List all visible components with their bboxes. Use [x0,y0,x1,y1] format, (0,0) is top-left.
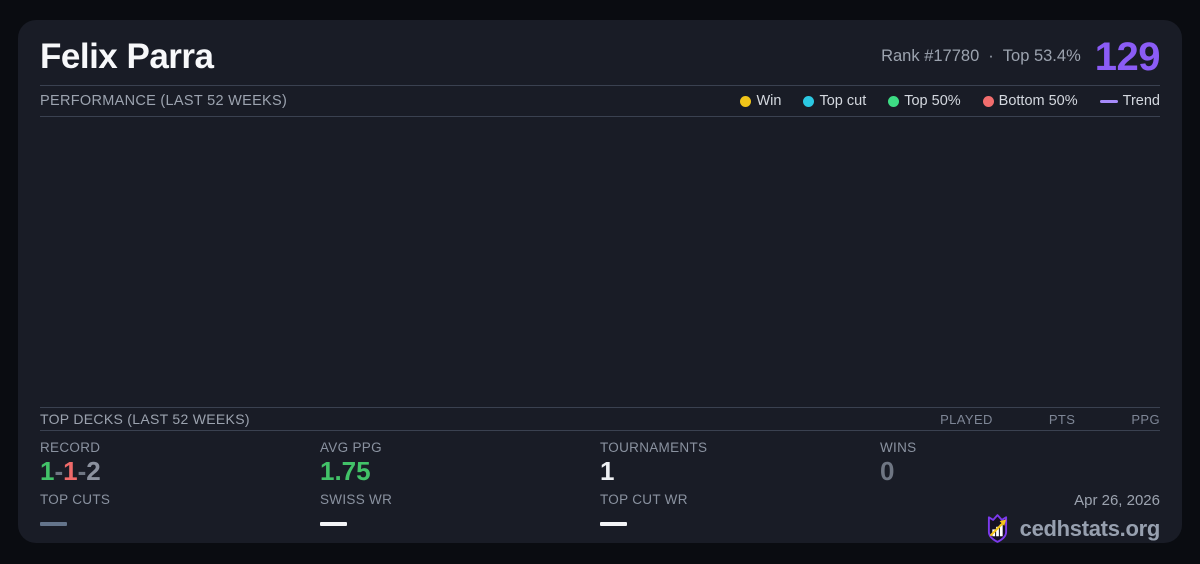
performance-header: PERFORMANCE (LAST 52 WEEKS) Win Top cut … [40,86,1160,117]
tournaments-value: 1 [600,456,615,486]
record-losses: 1 [63,456,78,486]
stat-label: WINS [880,440,917,455]
win-dot-icon [740,95,752,107]
rank-top-percent: Top 53.4% [1002,47,1081,65]
card-header: Felix Parra Rank #17780 · Top 53.4% 129 [40,20,1161,86]
legend-item-trend: Trend [1099,93,1160,109]
record-separator: - [54,456,64,486]
record-separator: - [77,456,87,486]
trend-line-icon [1099,99,1118,103]
top-50-dot-icon [888,95,900,107]
top-decks-title: TOP DECKS (LAST 52 WEEKS) [40,411,250,427]
brand-row: cedhstats.org [983,513,1160,544]
bottom-50-dot-icon [982,95,994,107]
record-wins: 1 [40,456,55,486]
column-ppg: PPG [1131,411,1160,427]
chart-legend: Win Top cut Top 50% Bottom 50% Trend [740,93,1160,109]
legend-label: Bottom 50% [998,93,1078,109]
stat-label: TOP CUT WR [600,492,688,507]
record-draws: 2 [86,456,101,486]
legend-label: Trend [1122,93,1160,109]
stat-label: SWISS WR [320,492,393,507]
brand-name: cedhstats.org [1019,515,1161,541]
legend-label: Win [756,93,782,109]
stat-label: RECORD [40,440,101,455]
rank-separator: · [988,47,994,65]
rank-group: Rank #17780 · Top 53.4% 129 [881,37,1160,77]
column-played: PLAYED [940,411,993,427]
swiss-wr-empty-dash [320,522,347,526]
legend-item-bottom-50: Bottom 50% [982,93,1078,109]
top-decks-header: TOP DECKS (LAST 52 WEEKS) PLAYED PTS PPG [40,407,1160,431]
wins-value: 0 [880,456,895,486]
legend-label: Top cut [819,93,867,109]
card-footer: Apr 26, 2026 cedhstats.org [880,492,1160,544]
stat-top-cut-wr: TOP CUT WR [600,492,880,544]
performance-chart-area [40,117,1160,407]
stat-avg-ppg: AVG PPG 1.75 [320,440,600,492]
legend-label: Top 50% [904,93,961,109]
performance-title: PERFORMANCE (LAST 52 WEEKS) [40,93,288,109]
legend-item-top-cut: Top cut [803,93,866,109]
stat-tournaments: TOURNAMENTS 1 [600,440,880,492]
stat-label: TOP CUTS [40,492,111,507]
stat-label: TOURNAMENTS [600,440,708,455]
stat-swiss-wr: SWISS WR [320,492,600,544]
legend-item-top-50: Top 50% [888,93,961,109]
date-label: Apr 26, 2026 [1074,492,1160,509]
top-cut-dot-icon [803,95,815,107]
stat-label: AVG PPG [320,440,382,455]
player-rating: 129 [1094,34,1161,79]
top-decks-columns: PLAYED PTS PPG [940,412,1160,427]
top-cut-wr-empty-dash [600,522,627,526]
rank-number: Rank #17780 [881,47,980,65]
player-name: Felix Parra [40,36,214,76]
stat-record: RECORD 1-1-2 [40,440,320,492]
avg-ppg-value: 1.75 [320,456,371,486]
player-stats-card: Felix Parra Rank #17780 · Top 53.4% 129 … [18,20,1182,543]
stats-grid: RECORD 1-1-2 AVG PPG 1.75 TOURNAMENTS 1 … [40,431,1160,543]
stat-wins: WINS 0 [880,440,1160,492]
rank-text: Rank #17780 · Top 53.4% [881,47,1081,66]
record-value: 1-1-2 [40,458,320,484]
top-cuts-empty-dash [40,522,67,526]
stat-top-cuts: TOP CUTS [40,492,320,544]
column-pts: PTS [1048,411,1076,427]
legend-item-win: Win [740,93,781,109]
cedhstats-shield-logo-icon [987,514,1007,543]
